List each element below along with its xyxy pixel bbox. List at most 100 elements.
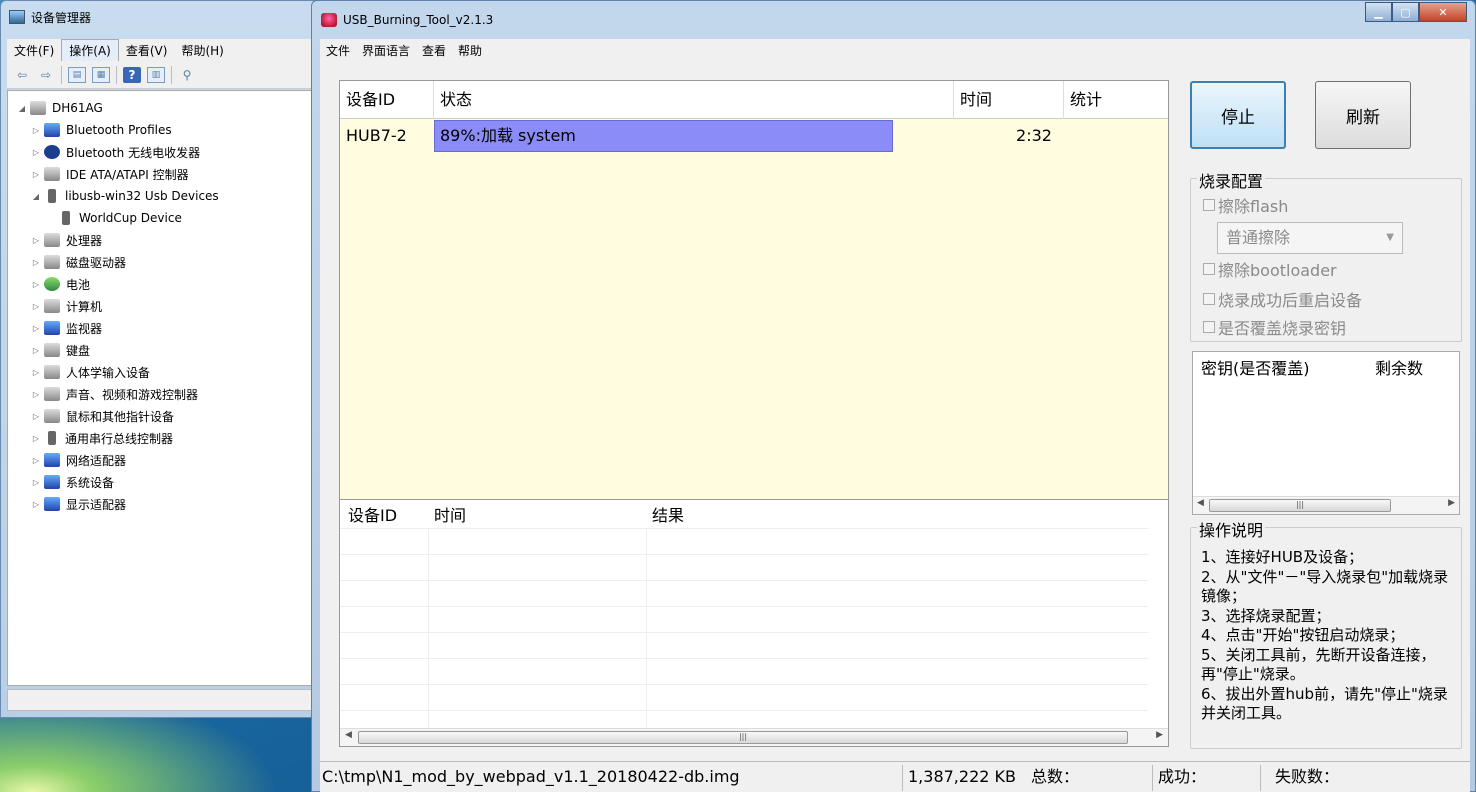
tree-node[interactable]: ▷ 网络适配器 [8, 449, 312, 471]
expand-triangle-icon[interactable]: ▷ [30, 500, 42, 509]
tree-node[interactable]: ▷ 监视器 [8, 317, 312, 339]
tree-node[interactable]: ▷ 鼠标和其他指针设备 [8, 405, 312, 427]
expand-triangle-icon[interactable]: ▷ [30, 412, 42, 421]
expand-triangle-icon[interactable]: ▷ [30, 456, 42, 465]
usb-icon [48, 431, 56, 445]
expand-triangle-icon[interactable]: ▷ [30, 148, 42, 157]
tree-node-label: DH61AG [52, 101, 103, 115]
tree-node[interactable]: ▷ 显示适配器 [8, 493, 312, 515]
usb-burning-tool-window[interactable]: USB_Burning_Tool_v2.1.3 ▁ ▢ ✕ 文件 界面语言 查看… [311, 0, 1476, 792]
tree-node[interactable]: WorldCup Device [8, 207, 312, 229]
tree-node[interactable]: ▷ 键盘 [8, 339, 312, 361]
scroll-thumb[interactable]: ||| [358, 731, 1128, 744]
scroll-left-icon[interactable]: ◀ [1197, 498, 1204, 508]
tree-node[interactable]: ▷ Bluetooth 无线电收发器 [8, 141, 312, 163]
erase-mode-select[interactable]: 普通擦除 ▼ [1217, 222, 1403, 254]
tool-menubar: 文件 界面语言 查看 帮助 [320, 39, 1470, 61]
device-tree[interactable]: ◢ DH61AG ▷ Bluetooth Profiles ▷ Bluetooth 无线电… [7, 90, 313, 686]
checkbox-unchecked-icon [1203, 293, 1215, 305]
forward-arrow-icon[interactable]: ⇨ [37, 67, 55, 83]
view-icon[interactable]: ▥ [147, 66, 165, 83]
expand-triangle-icon[interactable]: ▷ [30, 478, 42, 487]
scroll-right-icon[interactable]: ▶ [1156, 730, 1163, 740]
device-table[interactable]: 设备ID 状态 时间 统计 HUB7-2 89%:加载 system 2:32 [339, 80, 1169, 500]
toolbar-divider [116, 65, 117, 84]
dm-menu-help[interactable]: 帮助(H) [174, 40, 230, 61]
tree-node[interactable]: ▷ 磁盘驱动器 [8, 251, 312, 273]
properties-icon[interactable]: ▦ [92, 66, 110, 83]
tree-node-label: 通用串行总线控制器 [65, 431, 174, 446]
tree-node[interactable]: ◢ libusb-win32 Usb Devices [8, 185, 312, 207]
tree-node-label: 键盘 [66, 343, 91, 358]
tree-node[interactable]: ▷ 系统设备 [8, 471, 312, 493]
stop-button[interactable]: 停止 [1190, 81, 1286, 149]
expand-triangle-icon[interactable]: ▷ [30, 390, 42, 399]
tree-node[interactable]: ▷ 通用串行总线控制器 [8, 427, 312, 449]
row-stat [1064, 119, 1170, 153]
column-device-id[interactable]: 设备ID [340, 81, 434, 119]
tree-node[interactable]: ▷ 声音、视频和游戏控制器 [8, 383, 312, 405]
tool-titlebar[interactable]: USB_Burning_Tool_v2.1.3 ▁ ▢ ✕ [312, 1, 1475, 39]
tree-node[interactable]: ▷ 处理器 [8, 229, 312, 251]
show-hide-tree-icon[interactable]: ▤ [68, 66, 86, 83]
column-status[interactable]: 状态 [434, 81, 954, 119]
menu-view[interactable]: 查看 [416, 42, 452, 59]
overwrite-key-checkbox[interactable]: 是否覆盖烧录密钥 [1203, 315, 1346, 339]
tree-node-label: 网络适配器 [66, 453, 127, 468]
key-list-horizontal-scrollbar[interactable]: ◀ ||| ▶ [1193, 496, 1459, 514]
expand-triangle-icon[interactable]: ▷ [30, 324, 42, 333]
dm-menu-action[interactable]: 操作(A) [61, 38, 119, 62]
scroll-thumb[interactable]: ||| [1209, 499, 1391, 512]
key-list[interactable]: 密钥(是否覆盖) 剩余数 ◀ ||| ▶ [1192, 351, 1460, 515]
log-horizontal-scrollbar[interactable]: ◀ ||| ▶ [340, 728, 1168, 746]
tree-node[interactable]: ▷ 电池 [8, 273, 312, 295]
tree-node[interactable]: ▷ 人体学输入设备 [8, 361, 312, 383]
expand-triangle-icon[interactable]: ▷ [30, 236, 42, 245]
expand-triangle-icon[interactable]: ▷ [30, 302, 42, 311]
tree-node[interactable]: ▷ Bluetooth Profiles [8, 119, 312, 141]
scroll-right-icon[interactable]: ▶ [1448, 498, 1455, 508]
tree-node[interactable]: ▷ 计算机 [8, 295, 312, 317]
close-button[interactable]: ✕ [1419, 2, 1467, 22]
progress-status-text: 89%:加载 system [440, 126, 576, 145]
scroll-left-icon[interactable]: ◀ [345, 730, 352, 740]
device-manager-window[interactable]: 设备管理器 文件(F) 操作(A) 查看(V) 帮助(H) ⇦ ⇨ ▤ ▦ ? … [0, 0, 318, 718]
scan-hardware-icon[interactable]: ⚲ [178, 67, 196, 83]
maximize-button[interactable]: ▢ [1392, 2, 1419, 22]
expanded-triangle-icon[interactable]: ◢ [30, 192, 42, 201]
expand-triangle-icon[interactable]: ▷ [30, 258, 42, 267]
column-stat[interactable]: 统计 [1064, 81, 1170, 119]
help-icon[interactable]: ? [123, 66, 141, 83]
back-arrow-icon[interactable]: ⇦ [13, 67, 31, 83]
expand-triangle-icon[interactable]: ▷ [30, 280, 42, 289]
refresh-button[interactable]: 刷新 [1315, 81, 1411, 149]
log-row-line [340, 580, 1148, 581]
expand-triangle-icon[interactable]: ▷ [30, 170, 42, 179]
key-column-overwrite[interactable]: 密钥(是否覆盖) [1201, 352, 1310, 386]
minimize-button[interactable]: ▁ [1365, 2, 1392, 22]
dm-menu-file[interactable]: 文件(F) [7, 40, 61, 61]
device-manager-titlebar[interactable]: 设备管理器 [9, 7, 91, 27]
column-time[interactable]: 时间 [954, 81, 1064, 119]
checkbox-unchecked-icon [1203, 263, 1215, 275]
total-count-label: 总数： [1031, 767, 1080, 786]
reboot-after-checkbox[interactable]: 烧录成功后重启设备 [1203, 287, 1362, 311]
expand-triangle-icon[interactable]: ▷ [30, 346, 42, 355]
tree-node[interactable]: ▷ IDE ATA/ATAPI 控制器 [8, 163, 312, 185]
menu-file[interactable]: 文件 [320, 42, 356, 59]
result-log-table[interactable]: 设备ID 时间 结果 ◀ ||| ▶ [339, 499, 1169, 747]
network-icon [44, 123, 60, 137]
expanded-triangle-icon[interactable]: ◢ [16, 104, 28, 113]
erase-flash-checkbox[interactable]: 擦除flash [1203, 193, 1288, 217]
dm-menu-view[interactable]: 查看(V) [119, 40, 175, 61]
expand-triangle-icon[interactable]: ▷ [30, 126, 42, 135]
erase-bootloader-checkbox[interactable]: 擦除bootloader [1203, 257, 1337, 281]
menu-help[interactable]: 帮助 [452, 42, 488, 59]
tree-node-label: libusb-win32 Usb Devices [65, 189, 219, 203]
expand-triangle-icon[interactable]: ▷ [30, 434, 42, 443]
menu-language[interactable]: 界面语言 [356, 42, 416, 59]
tree-node[interactable]: ◢ DH61AG [8, 97, 312, 119]
table-row[interactable]: HUB7-2 89%:加载 system 2:32 [340, 119, 1168, 153]
key-column-remaining[interactable]: 剩余数 [1375, 352, 1423, 386]
expand-triangle-icon[interactable]: ▷ [30, 368, 42, 377]
